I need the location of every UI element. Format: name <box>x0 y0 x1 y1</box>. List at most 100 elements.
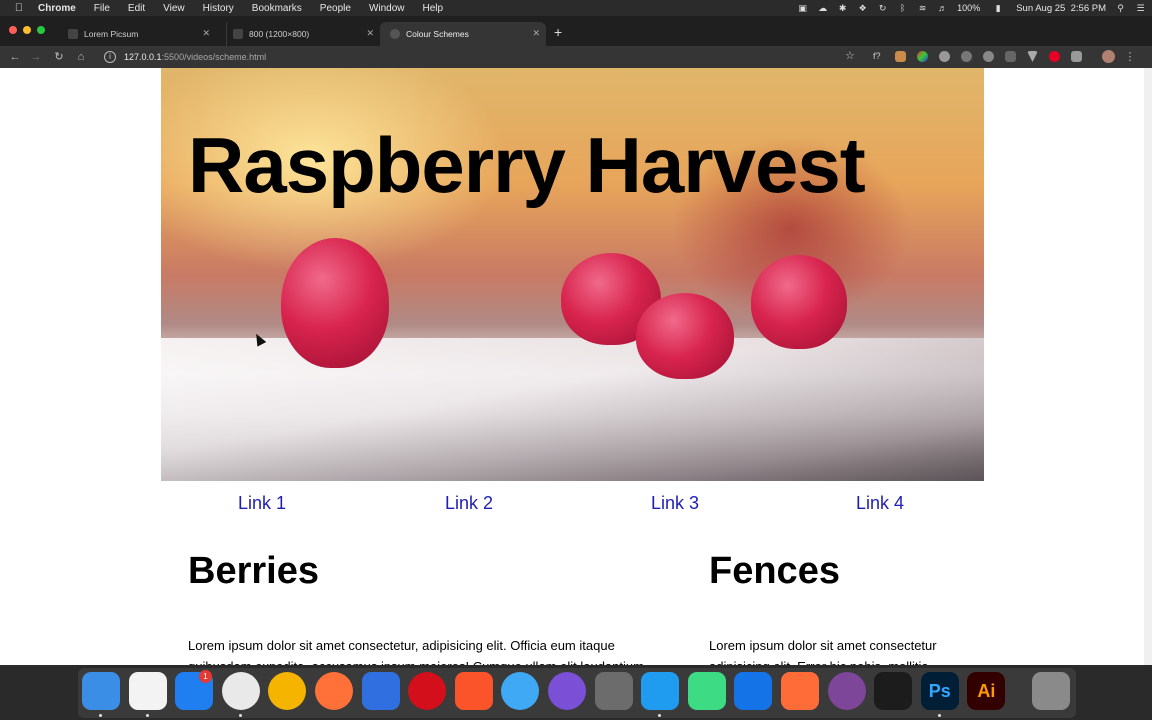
tab-colour-schemes[interactable]: Colour Schemes ✕ <box>380 22 546 46</box>
page-viewport: Raspberry Harvest Link 1 Link 2 Link 3 L… <box>0 68 1144 665</box>
spotlight-icon[interactable]: ⚲ <box>1115 3 1126 13</box>
tab-favicon-icon <box>233 29 243 39</box>
postman-icon[interactable] <box>781 672 819 710</box>
pinterest-icon[interactable] <box>1049 51 1060 62</box>
sync-icon[interactable]: ↻ <box>877 3 888 13</box>
section-title-berries: Berries <box>188 550 319 592</box>
running-indicator <box>238 714 242 717</box>
nav-link-3[interactable]: Link 3 <box>630 493 720 514</box>
nav-link-4[interactable]: Link 4 <box>835 493 925 514</box>
section-title-fences: Fences <box>709 550 840 592</box>
hero-fence-ledge <box>161 338 984 481</box>
menu-help[interactable]: Help <box>414 3 453 14</box>
vue-devtools-icon[interactable] <box>1027 51 1038 62</box>
extension-icon[interactable] <box>895 51 906 62</box>
firefox-icon[interactable] <box>315 672 353 710</box>
window-close-button[interactable] <box>9 26 17 34</box>
raspberry-image <box>281 238 389 368</box>
extension-icon[interactable] <box>939 51 950 62</box>
profile-avatar[interactable] <box>1102 50 1115 63</box>
section-text-fences: Lorem ipsum dolor sit amet consectetur a… <box>709 638 937 665</box>
vscode-icon[interactable] <box>641 672 680 710</box>
menu-edit[interactable]: Edit <box>119 3 154 14</box>
tab-favicon-icon <box>390 29 400 39</box>
font-extension-icon[interactable]: f? <box>873 51 884 62</box>
photoshop-icon[interactable]: Ps <box>920 672 959 710</box>
extension-status-icon[interactable]: ✱ <box>837 3 848 13</box>
color-picker-extension-icon[interactable] <box>917 51 928 62</box>
screen-record-icon[interactable]: ▣ <box>797 3 808 13</box>
menu-bookmarks[interactable]: Bookmarks <box>243 3 311 14</box>
url-host: 127.0.0.1 <box>124 52 162 62</box>
tab-image-800[interactable]: 800 (1200×800) ✕ <box>226 22 380 46</box>
close-icon[interactable]: ✕ <box>366 28 374 39</box>
bookmark-star-icon[interactable]: ☆ <box>845 49 855 62</box>
nav-link-2[interactable]: Link 2 <box>424 493 514 514</box>
url-path: :5500/videos/scheme.html <box>161 52 267 62</box>
running-indicator <box>145 714 149 717</box>
section-text-berries: Lorem ipsum dolor sit amet consectetur, … <box>188 638 644 665</box>
notification-center-icon[interactable]: ☰ <box>1135 3 1146 13</box>
menu-chrome[interactable]: Chrome <box>38 3 85 14</box>
tor-icon[interactable] <box>827 672 866 710</box>
menu-people[interactable]: People <box>311 3 360 14</box>
terminal-icon[interactable] <box>874 672 913 710</box>
hero-image: Raspberry Harvest <box>161 68 984 481</box>
clock[interactable]: Sun Aug 25 2:56 PM <box>1016 3 1106 14</box>
opera-icon[interactable] <box>408 672 447 710</box>
tab-favicon-icon <box>68 29 78 39</box>
menu-bar:  Chrome File Edit View History Bookmark… <box>0 0 1152 16</box>
battery-percent[interactable]: 100% <box>957 3 980 13</box>
extension-icon[interactable] <box>961 51 972 62</box>
back-icon[interactable]: ← <box>7 49 23 65</box>
tab-lorem-picsum[interactable]: Lorem Picsum ✕ <box>62 22 216 46</box>
trash-icon[interactable] <box>1032 672 1070 710</box>
bluetooth-icon[interactable]: ᛒ <box>897 3 908 13</box>
creative-cloud-icon[interactable]: ☁ <box>817 3 828 13</box>
extension-icon[interactable] <box>983 51 994 62</box>
notes-icon[interactable] <box>128 672 167 710</box>
menu-file[interactable]: File <box>85 3 119 14</box>
raspberry-image <box>636 293 734 379</box>
tab-title: Colour Schemes <box>406 29 469 39</box>
illustrator-icon[interactable]: Ai <box>967 672 1006 710</box>
android-studio-icon[interactable] <box>687 672 726 710</box>
nav-link-1[interactable]: Link 1 <box>217 493 307 514</box>
menu-window[interactable]: Window <box>360 3 414 14</box>
volume-icon[interactable]: ♬ <box>937 3 948 13</box>
extension-icon[interactable] <box>1071 51 1082 62</box>
apple-menu-icon[interactable]:  <box>0 2 38 14</box>
xcode-icon[interactable] <box>734 672 773 710</box>
running-indicator <box>937 714 941 717</box>
menu-history[interactable]: History <box>194 3 243 14</box>
site-info-icon[interactable]: i <box>104 51 116 63</box>
close-icon[interactable]: ✕ <box>202 28 210 39</box>
window-minimize-button[interactable] <box>23 26 31 34</box>
menu-view[interactable]: View <box>154 3 194 14</box>
extension-icon[interactable] <box>1005 51 1016 62</box>
nav-links: Link 1 Link 2 Link 3 Link 4 <box>161 493 984 513</box>
reload-icon[interactable]: ↻ <box>51 49 67 65</box>
slack-icon[interactable]: ❖ <box>857 3 868 13</box>
new-tab-icon[interactable]: + <box>554 24 562 40</box>
close-icon[interactable]: ✕ <box>532 28 540 39</box>
forward-icon[interactable]: → <box>28 49 44 65</box>
brave-icon[interactable] <box>454 672 493 710</box>
wifi-icon[interactable]: ≋ <box>917 3 928 13</box>
finder-icon[interactable] <box>82 672 120 710</box>
chrome-icon[interactable] <box>221 672 260 710</box>
hero-title: Raspberry Harvest <box>188 121 866 209</box>
more-menu-icon[interactable]: ⋮ <box>1122 49 1138 65</box>
window-zoom-button[interactable] <box>37 26 45 34</box>
safari-technology-preview-icon[interactable] <box>548 672 586 710</box>
tab-title: Lorem Picsum <box>84 29 139 39</box>
address-bar[interactable]: i 127.0.0.1:5500/videos/scheme.html <box>98 47 868 67</box>
claquette-icon[interactable] <box>594 672 633 710</box>
running-indicator <box>99 714 102 717</box>
firefox-developer-icon[interactable] <box>361 672 400 710</box>
battery-icon[interactable]: ▮ <box>989 3 1007 13</box>
page-scrollbar[interactable] <box>1144 68 1152 665</box>
tab-title: 800 (1200×800) <box>249 29 310 39</box>
raspberry-image <box>751 255 847 349</box>
home-icon[interactable]: ⌂ <box>73 49 89 65</box>
